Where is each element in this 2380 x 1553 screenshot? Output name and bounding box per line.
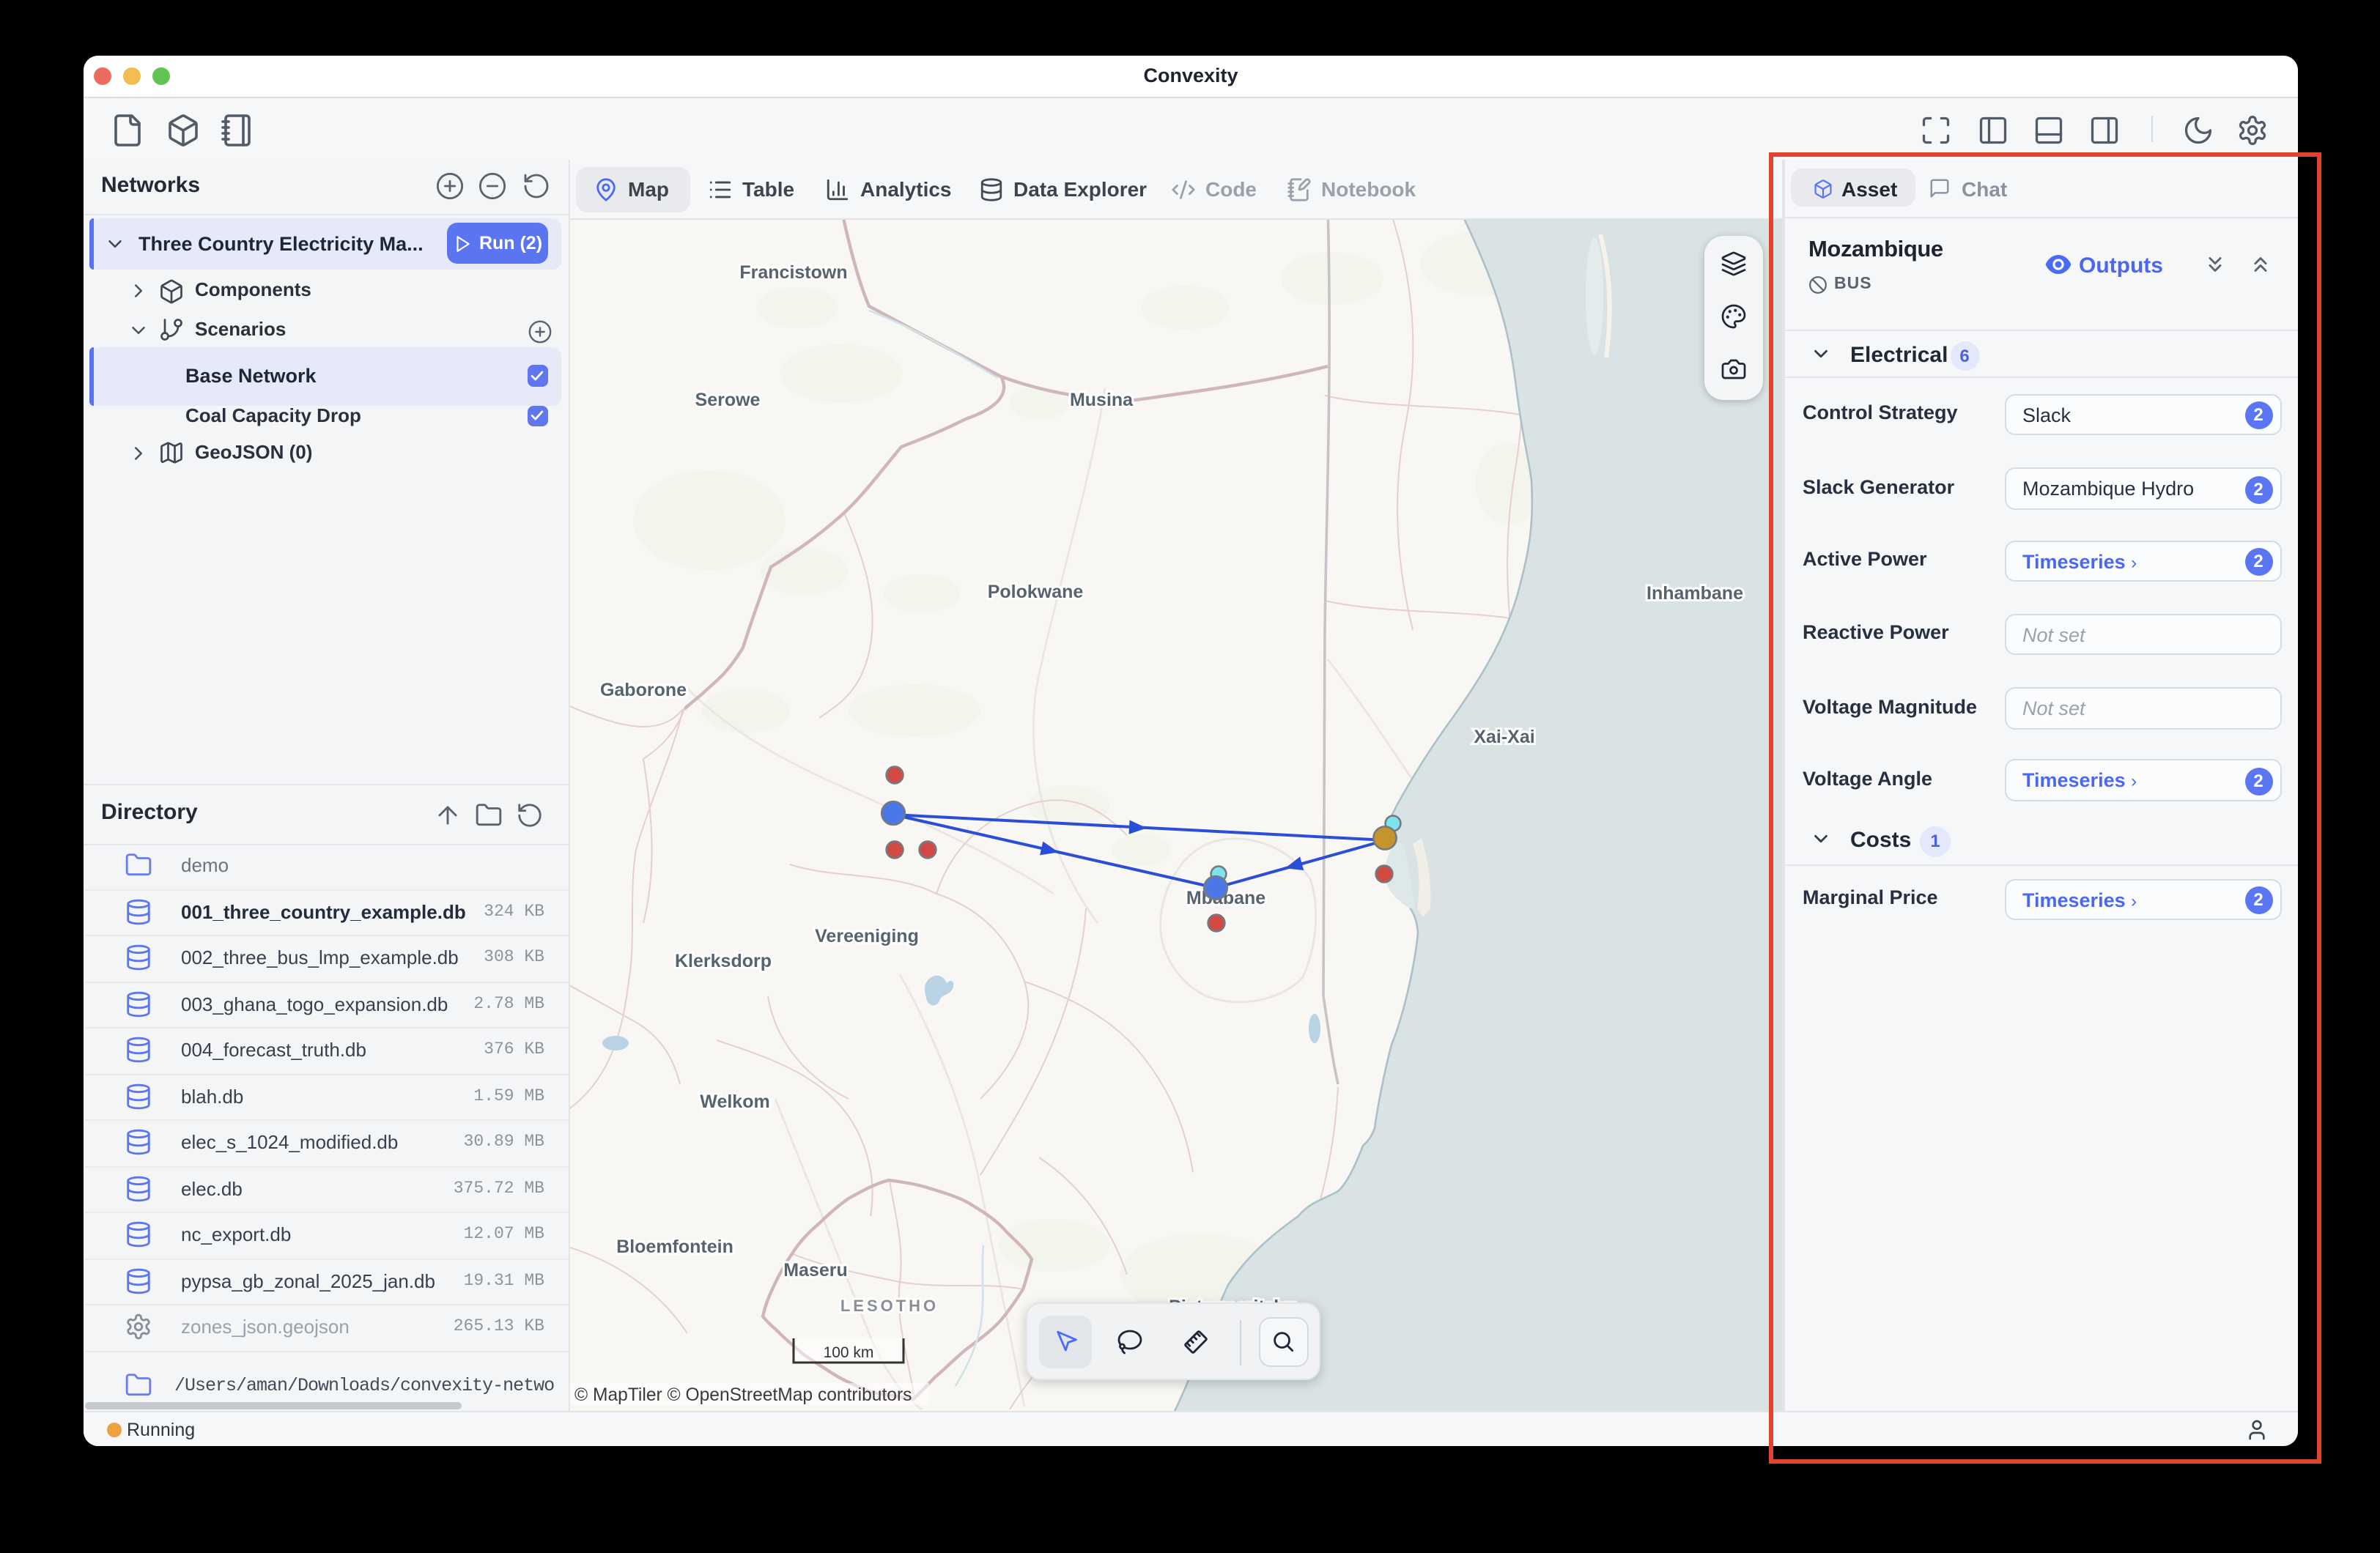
svg-text:Klerksdorp: Klerksdorp bbox=[674, 951, 771, 971]
svg-text:Serowe: Serowe bbox=[695, 390, 760, 410]
svg-text:Musina: Musina bbox=[1069, 390, 1133, 410]
svg-text:© MapTiler © OpenStreetMap con: © MapTiler © OpenStreetMap contributors bbox=[574, 1385, 911, 1405]
svg-text:Welkom: Welkom bbox=[699, 1091, 769, 1112]
svg-text:Maseru: Maseru bbox=[783, 1260, 847, 1280]
svg-text:Xai-Xai: Xai-Xai bbox=[1473, 727, 1534, 747]
svg-text:Gaborone: Gaborone bbox=[599, 680, 686, 700]
svg-text:Inhambane: Inhambane bbox=[1646, 583, 1742, 604]
svg-text:LESOTHO: LESOTHO bbox=[840, 1297, 938, 1315]
svg-text:Polokwane: Polokwane bbox=[987, 582, 1083, 602]
svg-text:Vereeniging: Vereeniging bbox=[814, 926, 918, 946]
svg-text:Bloemfontein: Bloemfontein bbox=[616, 1237, 733, 1257]
svg-text:Francistown: Francistown bbox=[739, 262, 846, 283]
svg-text:100 km: 100 km bbox=[823, 1344, 873, 1361]
